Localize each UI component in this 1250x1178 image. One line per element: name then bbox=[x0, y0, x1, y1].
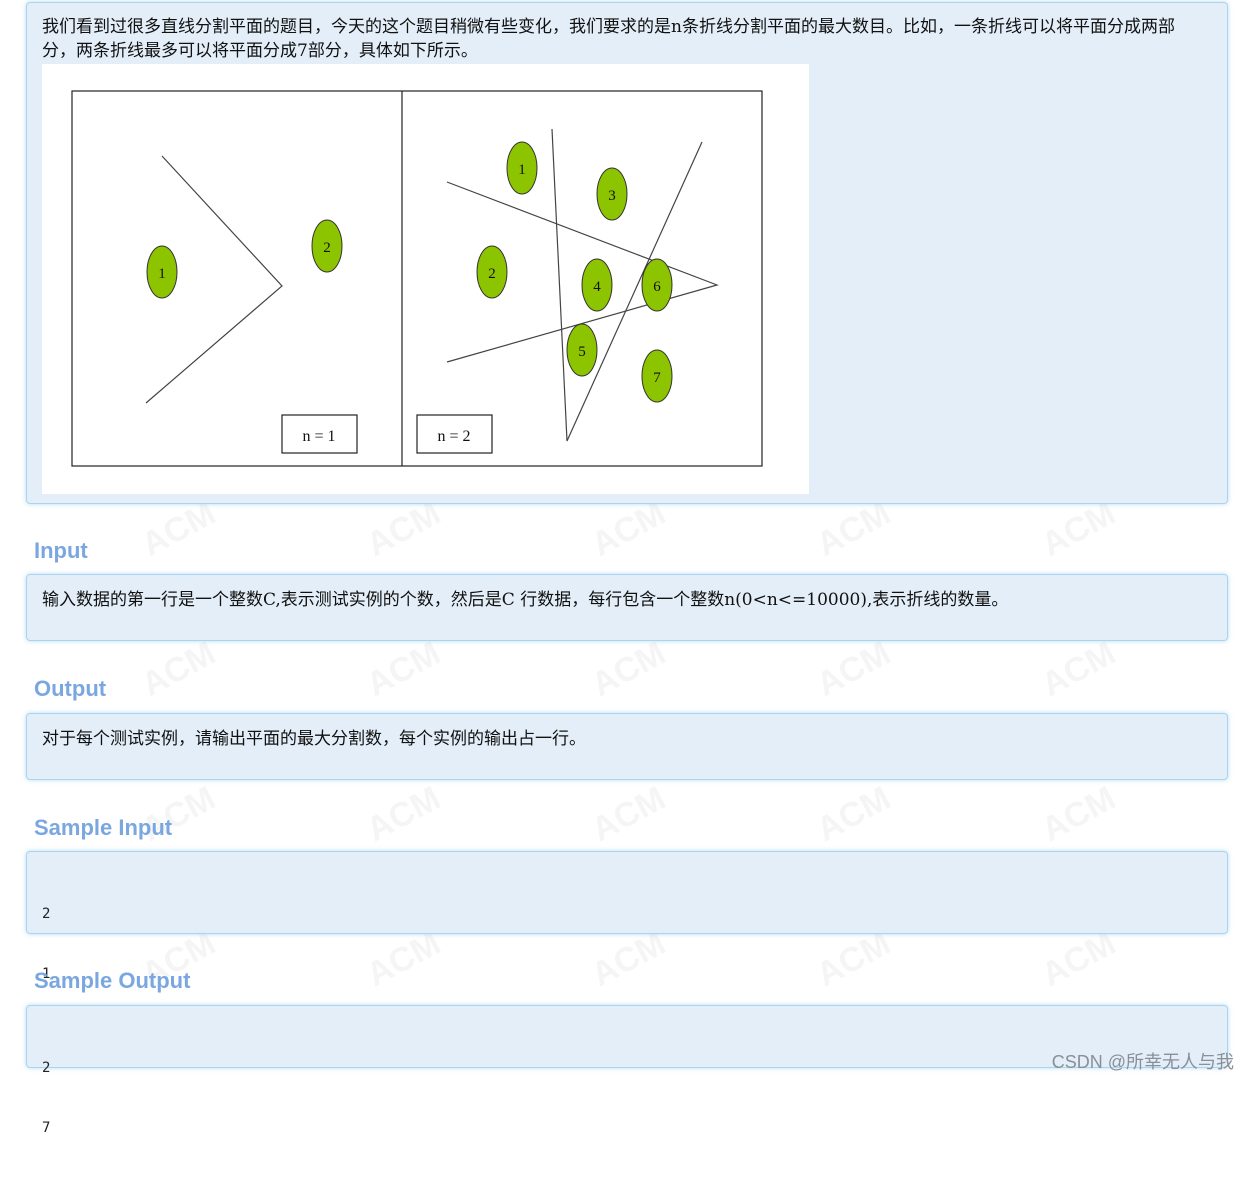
polyline-n2-b bbox=[551, 128, 703, 442]
watermark-text: ACM bbox=[810, 924, 897, 995]
watermark-text: ACM bbox=[1035, 779, 1122, 850]
region-marker: 2 bbox=[476, 245, 508, 299]
n2-label: n = 2 bbox=[437, 428, 470, 445]
sample-input-panel: 2 1 2 bbox=[26, 851, 1228, 1042]
output-panel: 对于每个测试实例，请输出平面的最大分割数，每个实例的输出占一行。 bbox=[26, 713, 1228, 780]
sample-output-line: 2 bbox=[42, 1060, 51, 1076]
watermark-text: ACM bbox=[135, 634, 222, 705]
region-label: 3 bbox=[608, 188, 616, 204]
region-marker: 4 bbox=[581, 258, 613, 312]
region-label: 5 bbox=[578, 344, 586, 360]
watermark-text: ACM bbox=[810, 779, 897, 850]
watermark-text: ACM bbox=[1035, 924, 1122, 995]
region-label: 1 bbox=[158, 266, 166, 282]
sample-output-line: 7 bbox=[42, 1120, 51, 1136]
watermark-text: ACM bbox=[1035, 494, 1122, 565]
output-description: 对于每个测试实例，请输出平面的最大分割数，每个实例的输出占一行。 bbox=[42, 729, 586, 749]
output-heading: Output bbox=[34, 676, 107, 701]
region-label: 1 bbox=[518, 162, 526, 178]
region-marker: 7 bbox=[641, 349, 673, 403]
watermark-text: ACM bbox=[585, 924, 672, 995]
watermark-text: ACM bbox=[585, 779, 672, 850]
region-marker: 1 bbox=[506, 141, 538, 195]
watermark-text: ACM bbox=[360, 924, 447, 995]
watermark-text: ACM bbox=[360, 634, 447, 705]
region-label: 2 bbox=[488, 266, 496, 282]
watermark-text: ACM bbox=[585, 634, 672, 705]
watermark-text: ACM bbox=[585, 494, 672, 565]
polyline-figure: 1 2 1 2 3 4 5 6 7 n = 1 n = 2 bbox=[42, 64, 809, 494]
region-label: 2 bbox=[323, 240, 331, 256]
description-line-1: 我们看到过很多直线分割平面的题目，今天的这个题目稍微有些变化，我们要求的是n条折… bbox=[42, 17, 1175, 37]
input-panel: 输入数据的第一行是一个整数C,表示测试实例的个数，然后是C 行数据，每行包含一个… bbox=[26, 574, 1228, 641]
n1-label: n = 1 bbox=[302, 428, 335, 445]
sample-input-line: 2 bbox=[42, 906, 51, 922]
region-marker: 1 bbox=[146, 245, 178, 299]
description-panel: 我们看到过很多直线分割平面的题目，今天的这个题目稍微有些变化，我们要求的是n条折… bbox=[26, 2, 1228, 504]
sample-output-heading: Sample Output bbox=[34, 968, 191, 993]
csdn-credit: CSDN @所幸无人与我 bbox=[1051, 1052, 1234, 1072]
watermark-text: ACM bbox=[810, 634, 897, 705]
region-marker: 2 bbox=[311, 219, 343, 273]
region-marker: 5 bbox=[566, 323, 598, 377]
region-label: 7 bbox=[653, 370, 661, 386]
watermark-text: ACM bbox=[360, 779, 447, 850]
problem-description: 我们看到过很多直线分割平面的题目，今天的这个题目稍微有些变化，我们要求的是n条折… bbox=[42, 15, 1217, 63]
watermark-text: ACM bbox=[810, 494, 897, 565]
region-label: 4 bbox=[593, 279, 601, 295]
polyline-diagram: 1 2 1 2 3 4 5 6 7 n = 1 n = 2 bbox=[71, 90, 763, 467]
input-heading: Input bbox=[34, 538, 88, 563]
region-marker: 6 bbox=[641, 258, 673, 312]
region-label: 6 bbox=[653, 279, 661, 295]
watermark-text: ACM bbox=[135, 494, 222, 565]
sample-input-heading: Sample Input bbox=[34, 815, 173, 840]
watermark-text: ACM bbox=[360, 494, 447, 565]
sample-output-block: 2 7 bbox=[42, 1018, 76, 1178]
watermark-text: ACM bbox=[1035, 634, 1122, 705]
region-marker: 3 bbox=[596, 167, 628, 221]
sample-output-panel: 2 7 bbox=[26, 1005, 1228, 1136]
input-description: 输入数据的第一行是一个整数C,表示测试实例的个数，然后是C 行数据，每行包含一个… bbox=[42, 590, 1009, 610]
description-line-2: 分，两条折线最多可以将平面分成7部分，具体如下所示。 bbox=[42, 41, 478, 61]
